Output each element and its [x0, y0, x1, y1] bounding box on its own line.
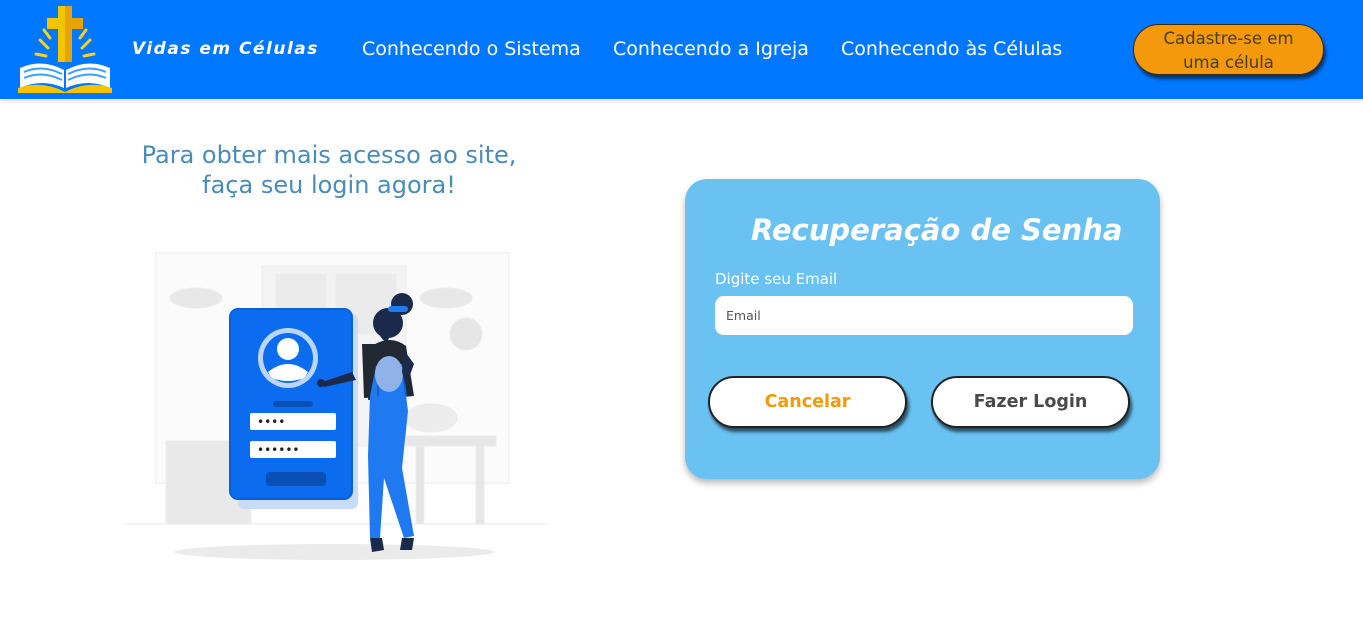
register-cell-button-line1: Cadastre-se em [1163, 29, 1294, 48]
login-button[interactable]: Fazer Login [931, 376, 1130, 428]
nav-link-celulas[interactable]: Conhecendo às Células [841, 38, 1062, 60]
nav-link-igreja[interactable]: Conhecendo a Igreja [613, 38, 809, 60]
register-cell-button[interactable]: Cadastre-se em uma célula [1133, 24, 1324, 75]
username-mask: •••• [257, 415, 285, 429]
headline-line2: faça seu login agora! [202, 171, 456, 199]
email-label: Digite seu Email [715, 270, 838, 288]
cross-bible-logo-icon[interactable] [16, 4, 114, 94]
login-prompt-headline: Para obter mais acesso ao site, faça seu… [110, 140, 548, 200]
email-input[interactable] [715, 296, 1133, 335]
register-cell-button-line2: uma célula [1183, 53, 1274, 72]
cancel-button[interactable]: Cancelar [708, 376, 907, 428]
nav-link-sistema[interactable]: Conhecendo o Sistema [362, 38, 581, 60]
headline-line1: Para obter mais acesso ao site, [141, 141, 517, 169]
login-phone-illustration: •••• •••••• [126, 252, 546, 560]
card-title: Recuperação de Senha [751, 213, 1123, 247]
top-navbar: Vidas em Células Conhecendo o Sistema Co… [0, 0, 1363, 99]
password-recovery-card: Recuperação de Senha Digite seu Email Ca… [685, 179, 1160, 479]
password-mask: •••••• [257, 443, 299, 457]
brand-name[interactable]: Vidas em Células [132, 39, 319, 59]
